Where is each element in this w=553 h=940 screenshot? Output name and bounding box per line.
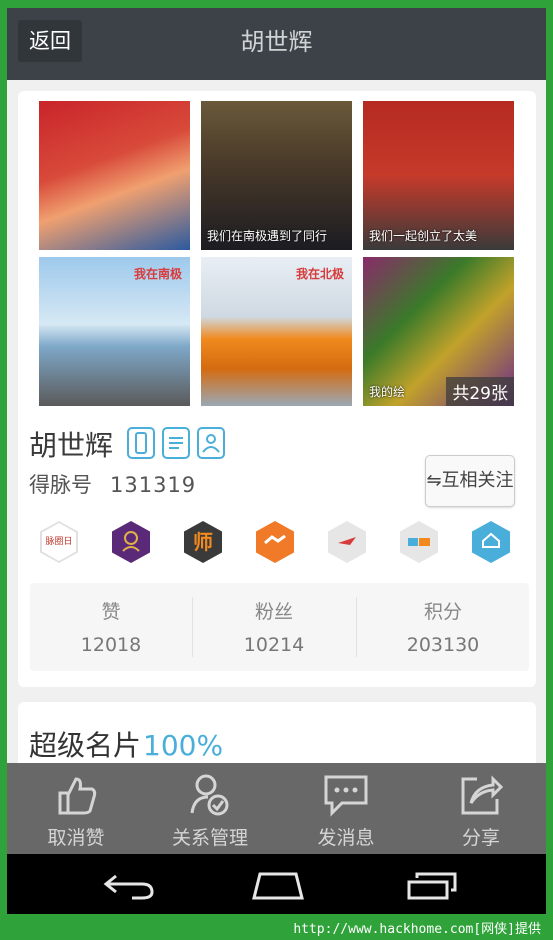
photo-6[interactable]: 我的绘 共29张 [363, 257, 514, 406]
id-line: 得脉号 131319 [29, 469, 196, 499]
photo-3[interactable]: 我们一起创立了太美 [363, 101, 514, 250]
diary-medal-icon[interactable]: 脉圈日志 [40, 521, 78, 563]
super-card-title: 超级名片100% [29, 724, 223, 764]
stats-panel: 赞 12018 粉丝 10214 积分 203130 [30, 583, 529, 671]
card-verified-icon [162, 427, 191, 459]
bottom-action-bar: 取消赞 关系管理 发消息 分享 [7, 763, 546, 854]
page-title: 胡世辉 [240, 28, 313, 56]
photo-tag: 我在北极 [295, 267, 344, 281]
teacher-medal-icon[interactable]: 师 [184, 521, 222, 563]
nav-recent-apps-icon[interactable] [405, 870, 459, 900]
photo-tag: 我在南极 [133, 267, 182, 281]
share-button[interactable]: 分享 [416, 763, 546, 854]
stat-label: 赞 [101, 601, 121, 623]
action-label: 取消赞 [47, 827, 105, 849]
thumbs-up-icon [58, 777, 97, 815]
photo-caption: 我们一起创立了太美 [369, 229, 478, 243]
photo-2[interactable]: 我们在南极遇到了同行 [201, 101, 352, 250]
person-medal-icon[interactable] [112, 521, 150, 563]
diary-medal-label: 脉圈日志 [42, 523, 76, 561]
medal-row: 脉圈日志 师 [40, 521, 530, 565]
action-label: 关系管理 [171, 827, 248, 849]
stat-label: 粉丝 [254, 601, 293, 623]
photo-5[interactable]: 我在北极 [201, 257, 352, 406]
system-nav-bar [7, 854, 546, 914]
photo-1[interactable] [39, 101, 190, 250]
share-icon [461, 775, 504, 815]
identity-verified-icon [197, 427, 226, 459]
id-label: 得脉号 [29, 473, 92, 497]
phone-screen: 返回 胡世辉 我们在南极遇到了同行 我们一起创立了太美 我在南极 我在北极 我的… [7, 8, 546, 914]
action-label: 发消息 [317, 827, 375, 849]
stat-value: 12018 [80, 634, 142, 656]
stat-label: 积分 [423, 601, 462, 623]
photo-caption: 我们在南极遇到了同行 [207, 229, 328, 243]
id-value: 131319 [110, 473, 197, 497]
brand-medal-icon[interactable] [328, 521, 366, 563]
top-bar: 返回 胡世辉 [7, 8, 546, 80]
photo-caption: 我的绘 [369, 385, 406, 399]
verification-badges [127, 427, 227, 461]
profile-card: 我们在南极遇到了同行 我们一起创立了太美 我在南极 我在北极 我的绘 共29张 … [18, 91, 536, 687]
super-card-label: 超级名片 [29, 729, 142, 762]
message-icon [324, 775, 368, 817]
stat-fans[interactable]: 粉丝 10214 [193, 583, 355, 671]
nav-home-icon[interactable] [250, 870, 306, 900]
stat-likes[interactable]: 赞 12018 [30, 583, 192, 671]
relation-manage-icon [190, 774, 229, 816]
send-message-button[interactable]: 发消息 [281, 763, 411, 854]
phone-verified-icon [127, 427, 155, 459]
relation-manage-button[interactable]: 关系管理 [145, 763, 275, 854]
photo-count[interactable]: 共29张 [446, 377, 514, 406]
unlike-button[interactable]: 取消赞 [11, 763, 141, 854]
mutual-follow-button[interactable]: ⇋互相关注 [425, 455, 515, 507]
expert-medal-icon[interactable] [472, 521, 510, 563]
handshake-medal-icon[interactable] [256, 521, 294, 563]
action-label: 分享 [461, 827, 500, 849]
photo-4[interactable]: 我在南极 [39, 257, 190, 406]
user-name: 胡世辉 [29, 429, 114, 462]
nav-back-icon[interactable] [102, 870, 156, 900]
stat-value: 203130 [406, 634, 480, 656]
stat-points[interactable]: 积分 203130 [357, 583, 529, 671]
watermark-text: http://www.hackhome.com[网侠]提供 [293, 922, 541, 937]
mobile-medal-icon[interactable] [400, 521, 438, 563]
super-card-percent: 100% [143, 729, 224, 762]
stat-value: 10214 [243, 634, 305, 656]
